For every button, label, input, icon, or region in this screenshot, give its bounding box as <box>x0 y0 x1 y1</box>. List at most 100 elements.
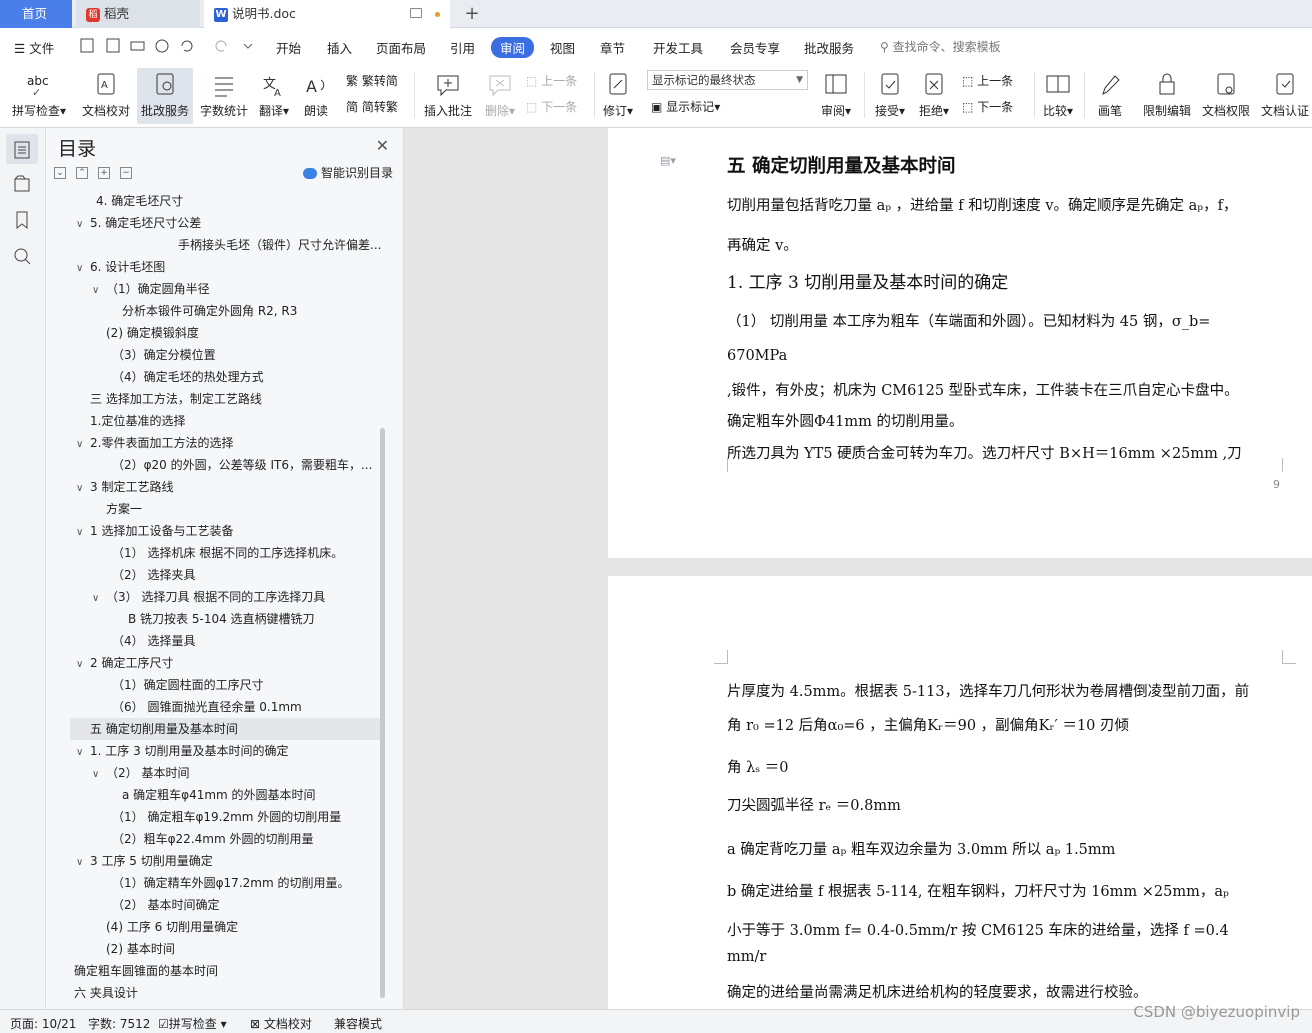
toc-item[interactable]: (2) 基本时间 <box>106 938 381 960</box>
toc-item[interactable]: 三 选择加工方法，制定工艺路线 <box>90 388 381 410</box>
remove-heading-icon[interactable]: − <box>120 167 132 179</box>
toc-item[interactable]: ∨ 3 工序 5 切削用量确定 <box>76 850 381 872</box>
export-pdf-icon[interactable] <box>106 38 120 53</box>
read-aloud-button[interactable]: A 朗读 <box>298 68 334 124</box>
toc-item[interactable]: （2）φ20 的外圆，公差等级 IT6，需要粗车，... <box>112 454 381 476</box>
toc-item[interactable]: ∨ 2.零件表面加工方法的选择 <box>76 432 381 454</box>
pen-button[interactable]: 画笔 <box>1090 68 1130 124</box>
toc-item[interactable]: ∨ （3） 选择刀具 根据不同的工序选择刀具 <box>92 586 381 608</box>
toc-item[interactable]: ∨ （1）确定圆角半径 <box>92 278 381 300</box>
toc-item[interactable]: 1.定位基准的选择 <box>90 410 381 432</box>
chevron-down-icon[interactable]: ∨ <box>92 588 106 608</box>
toc-item[interactable]: 方案一 <box>106 498 381 520</box>
menu-reference[interactable]: 引用 <box>450 38 475 57</box>
toc-item[interactable]: (4) 工序 6 切削用量确定 <box>106 916 381 938</box>
undo-icon[interactable] <box>181 40 193 52</box>
menu-member[interactable]: 会员专享 <box>730 38 780 57</box>
markup-state-select[interactable]: 显示标记的最终状态 ▼ <box>647 70 808 90</box>
proofread-button[interactable]: A 文档校对 <box>78 68 134 124</box>
page-indicator[interactable]: 页面: 10/21 <box>10 1015 76 1032</box>
review-service-button[interactable]: 批改服务 <box>137 68 193 124</box>
chevron-down-icon[interactable]: ∨ <box>76 522 90 542</box>
tab-home[interactable]: 首页 <box>0 0 72 28</box>
redo-icon[interactable] <box>215 40 227 52</box>
show-markup-button[interactable]: ▣ 显示标记▾ <box>651 98 720 115</box>
menu-correction[interactable]: 批改服务 <box>804 38 854 57</box>
search-icon[interactable] <box>12 246 32 266</box>
toc-item[interactable]: ∨ 2 确定工序尺寸 <box>76 652 381 674</box>
toc-item[interactable]: （2） 选择夹具 <box>112 564 381 586</box>
toc-item[interactable]: ∨ 3 制定工艺路线 <box>76 476 381 498</box>
command-search[interactable]: ⚲ 查找命令、搜索模板 <box>880 38 1001 55</box>
next-change-button[interactable]: ⬚ 下一条 <box>962 98 1013 115</box>
monitor-icon[interactable] <box>410 8 422 18</box>
toc-item[interactable]: （1）确定精车外圆φ17.2mm 的切削用量。 <box>112 872 381 894</box>
smart-toc-button[interactable]: 智能识别目录 <box>302 164 393 181</box>
track-changes-button[interactable]: 修订▾ <box>598 68 638 124</box>
toc-icon[interactable] <box>12 140 32 160</box>
spell-check-button[interactable]: abc ✓ 拼写检查▾ <box>8 68 70 124</box>
trad-to-simp-button[interactable]: 繁 繁转简 <box>346 72 398 89</box>
collapse-all-icon[interactable]: ⌃ <box>76 167 88 179</box>
print-icon[interactable] <box>130 41 145 51</box>
status-proofread[interactable]: ⊠ 文档校对 <box>250 1015 312 1032</box>
toc-item[interactable]: 分析本锻件可确定外圆角 R2, R3 <box>122 300 381 322</box>
toc-item[interactable]: B 铣刀按表 5-104 选直柄键槽铣刀 <box>128 608 381 630</box>
review-pane-button[interactable]: 审阅▾ <box>816 68 856 124</box>
status-spell-check[interactable]: ☑拼写检查 ▾ <box>158 1015 227 1032</box>
doc-permission-button[interactable]: 文档权限 <box>1198 68 1254 124</box>
close-icon[interactable]: ✕ <box>376 136 389 155</box>
menu-review[interactable]: 审阅 <box>491 37 535 58</box>
file-menu[interactable]: ☰ 文件 <box>14 38 54 57</box>
menu-start[interactable]: 开始 <box>276 38 301 57</box>
menu-view[interactable]: 视图 <box>550 38 575 57</box>
chevron-down-icon[interactable]: ∨ <box>92 764 106 784</box>
chevron-down-icon[interactable]: ∨ <box>76 434 90 454</box>
toc-item[interactable]: （1） 选择机床 根据不同的工序选择机床。 <box>112 542 381 564</box>
toc-item[interactable]: 4. 确定毛坯尺寸 <box>96 190 381 212</box>
toc-item[interactable]: ∨ 1. 工序 3 切削用量及基本时间的确定 <box>76 740 381 762</box>
toc-item[interactable]: (2) 确定模锻斜度 <box>106 322 381 344</box>
word-count-button[interactable]: 字数统计 <box>198 68 250 124</box>
reject-button[interactable]: 拒绝▾ <box>914 68 954 124</box>
compare-button[interactable]: 比较▾ <box>1038 68 1078 124</box>
toc-item[interactable]: 确定粗车圆锥面的基本时间 <box>74 960 381 982</box>
toc-item[interactable]: （2） 基本时间确定 <box>112 894 381 916</box>
chevron-down-icon[interactable]: ∨ <box>76 214 90 234</box>
toc-item[interactable]: 手柄接头毛坯（锻件）尺寸允许偏差... <box>178 234 381 256</box>
toc-item[interactable]: ∨ 1 选择加工设备与工艺装备 <box>76 520 381 542</box>
toc-item[interactable]: ∨ 5. 确定毛坯尺寸公差 <box>76 212 381 234</box>
prev-change-button[interactable]: ⬚ 上一条 <box>962 72 1013 89</box>
toc-item[interactable]: ∨ 6. 设计毛坯图 <box>76 256 381 278</box>
menu-insert[interactable]: 插入 <box>327 38 352 57</box>
toc-scrollbar[interactable] <box>380 428 385 998</box>
chevron-down-icon[interactable]: ∨ <box>76 742 90 762</box>
toc-item[interactable]: （1）确定圆柱面的工序尺寸 <box>112 674 381 696</box>
chevron-down-icon[interactable]: ∨ <box>76 654 90 674</box>
paragraph-menu-icon[interactable]: ▤▾ <box>660 154 676 170</box>
next-comment-button[interactable]: ⬚ 下一条 <box>526 98 577 115</box>
bookmark-icon[interactable] <box>12 210 32 230</box>
prev-comment-button[interactable]: ⬚ 上一条 <box>526 72 577 89</box>
tab-document[interactable]: W 说明书.doc <box>204 0 450 28</box>
tab-daoke[interactable]: 稻稻壳 <box>76 0 200 28</box>
print-preview-icon[interactable] <box>155 39 169 53</box>
toc-item[interactable]: （1） 确定粗车φ19.2mm 外圆的切削用量 <box>112 806 381 828</box>
chevron-down-icon[interactable] <box>243 43 253 49</box>
add-heading-icon[interactable]: + <box>98 167 110 179</box>
toc-item-current[interactable]: 五 确定切削用量及基本时间 <box>70 718 380 740</box>
toc-item[interactable]: （4）确定毛坯的热处理方式 <box>112 366 381 388</box>
doc-cert-button[interactable]: 文档认证 <box>1258 68 1312 124</box>
expand-all-icon[interactable]: ⌄ <box>54 167 66 179</box>
word-count-indicator[interactable]: 字数: 7512 <box>88 1015 150 1032</box>
menu-chapter[interactable]: 章节 <box>600 38 625 57</box>
chevron-down-icon[interactable]: ∨ <box>92 280 106 300</box>
toc-item[interactable]: ∨ （2） 基本时间 <box>92 762 381 784</box>
accept-button[interactable]: 接受▾ <box>870 68 910 124</box>
chapter-nav-icon[interactable] <box>12 174 32 194</box>
simp-to-trad-button[interactable]: 简 简转繁 <box>346 98 398 115</box>
toc-item[interactable]: （4） 选择量具 <box>112 630 381 652</box>
chevron-down-icon[interactable]: ∨ <box>76 258 90 278</box>
toc-item[interactable]: （6） 圆锥面抛光直径余量 0.1mm <box>112 696 381 718</box>
menu-dev-tools[interactable]: 开发工具 <box>653 38 703 57</box>
